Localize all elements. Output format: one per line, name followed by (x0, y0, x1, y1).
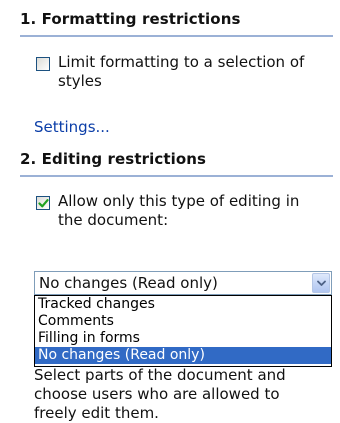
dropdown-option-tracked-changes[interactable]: Tracked changes (35, 296, 331, 313)
exceptions-description: Select parts of the document and choose … (34, 366, 334, 423)
section-divider (20, 175, 333, 177)
dropdown-option-no-changes[interactable]: No changes (Read only) (35, 347, 331, 364)
editing-type-select[interactable]: No changes (Read only) (34, 271, 332, 295)
limit-formatting-label: Limit formatting to a selection of style… (58, 53, 304, 91)
dropdown-option-comments[interactable]: Comments (35, 313, 331, 330)
editing-type-dropdown-list: Tracked changes Comments Filling in form… (34, 295, 332, 367)
editing-type-selected-value: No changes (Read only) (39, 274, 218, 292)
allow-editing-checkbox[interactable] (36, 196, 50, 210)
formatting-restrictions-title: 1. Formatting restrictions (20, 10, 241, 28)
dropdown-option-filling-in-forms[interactable]: Filling in forms (35, 330, 331, 347)
exceptions-description-line2: choose users who are allowed to (34, 385, 280, 403)
settings-link[interactable]: Settings... (34, 118, 110, 136)
editing-restrictions-title: 2. Editing restrictions (20, 150, 207, 168)
dropdown-button[interactable] (312, 273, 330, 293)
limit-formatting-checkbox[interactable] (36, 57, 50, 71)
restrict-formatting-editing-pane: 1. Formatting restrictions Limit formatt… (0, 0, 340, 422)
exceptions-description-line1: Select parts of the document and (34, 366, 286, 384)
chevron-down-icon (317, 280, 326, 286)
section-divider (20, 35, 333, 37)
limit-formatting-label-line1: Limit formatting to a selection of (58, 53, 305, 71)
limit-formatting-label-line2: styles (58, 72, 102, 90)
checkmark-icon (38, 199, 49, 208)
allow-editing-label-line1: Allow only this type of editing in (58, 192, 300, 210)
allow-editing-label-line2: the document: (58, 211, 169, 229)
exceptions-description-line3: freely edit them. (34, 404, 159, 422)
allow-editing-label: Allow only this type of editing in the d… (58, 192, 299, 230)
